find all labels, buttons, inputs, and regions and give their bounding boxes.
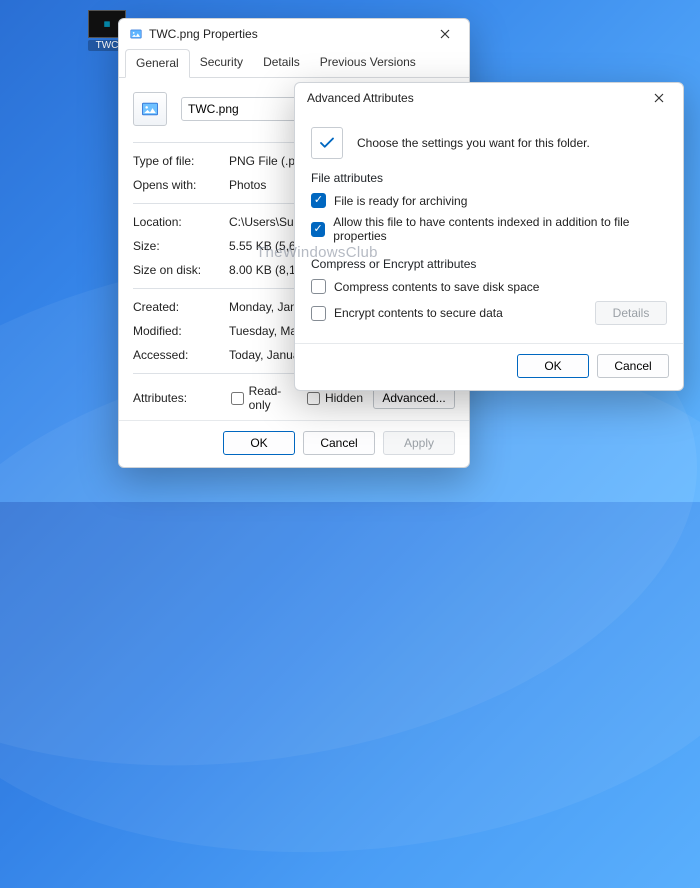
image-file-icon [129,27,143,41]
accessed-label: Accessed: [133,348,229,362]
properties-tabs: General Security Details Previous Versio… [119,49,469,78]
opens-with-label: Opens with: [133,178,229,192]
location-label: Location: [133,215,229,229]
properties-cancel-button[interactable]: Cancel [303,431,375,455]
file-attributes-group-label: File attributes [311,171,667,185]
readonly-checkbox[interactable]: Read-only [231,384,297,412]
index-checkbox[interactable] [311,222,325,237]
type-label: Type of file: [133,154,229,168]
properties-titlebar[interactable]: TWC.png Properties [119,19,469,49]
properties-ok-button[interactable]: OK [223,431,295,455]
tab-previous-versions[interactable]: Previous Versions [310,49,426,77]
tab-security[interactable]: Security [190,49,253,77]
advanced-ok-button[interactable]: OK [517,354,589,378]
compress-checkbox[interactable] [311,279,326,294]
compress-label: Compress contents to save disk space [334,280,539,294]
hidden-checkbox[interactable]: Hidden [307,391,363,405]
size-on-disk-label: Size on disk: [133,263,229,277]
advanced-lead-text: Choose the settings you want for this fo… [357,136,590,150]
advanced-titlebar[interactable]: Advanced Attributes [295,83,683,113]
created-label: Created: [133,300,229,314]
archive-checkbox[interactable] [311,193,326,208]
close-icon[interactable] [641,83,677,113]
encrypt-details-button[interactable]: Details [595,301,667,325]
compress-encrypt-group-label: Compress or Encrypt attributes [311,257,667,271]
advanced-cancel-button[interactable]: Cancel [597,354,669,378]
advanced-attributes-window: Advanced Attributes Choose the settings … [294,82,684,391]
encrypt-label: Encrypt contents to secure data [334,306,503,320]
tab-details[interactable]: Details [253,49,310,77]
index-label: Allow this file to have contents indexed… [333,215,667,243]
size-label: Size: [133,239,229,253]
archive-label: File is ready for archiving [334,194,467,208]
advanced-title: Advanced Attributes [305,91,641,105]
tab-general[interactable]: General [125,49,190,78]
properties-title: TWC.png Properties [149,27,427,41]
properties-apply-button[interactable]: Apply [383,431,455,455]
encrypt-checkbox[interactable] [311,306,326,321]
attributes-label: Attributes: [133,391,221,405]
file-type-icon [133,92,167,126]
close-icon[interactable] [427,19,463,49]
checkmark-icon [311,127,343,159]
modified-label: Modified: [133,324,229,338]
